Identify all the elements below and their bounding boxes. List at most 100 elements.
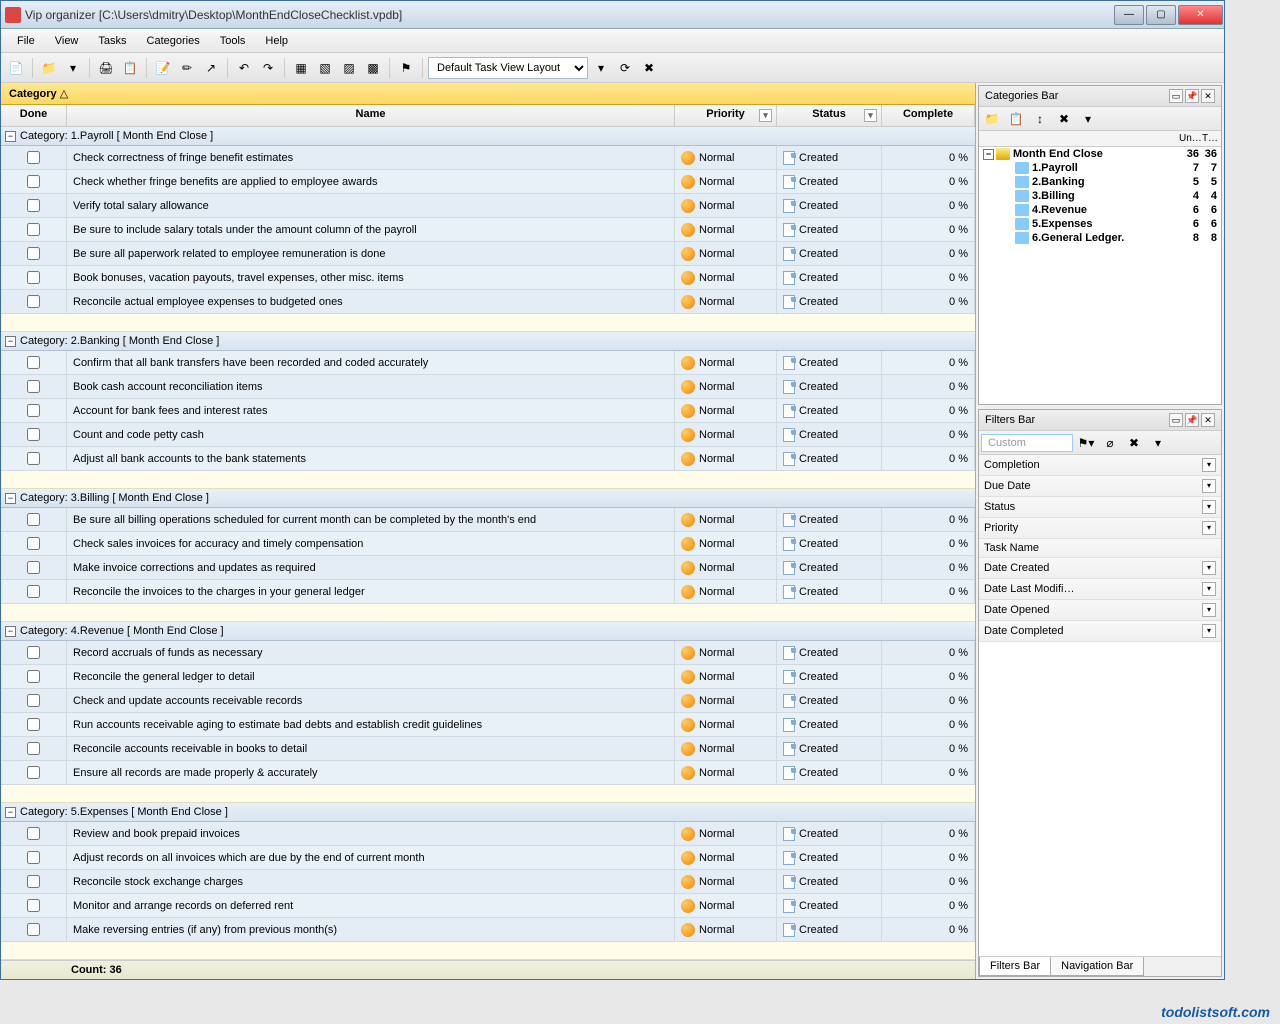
close-button[interactable]: ✕: [1178, 5, 1223, 25]
done-checkbox[interactable]: [27, 151, 40, 164]
pin-icon[interactable]: 📌: [1185, 413, 1199, 427]
task-row[interactable]: Record accruals of funds as necessary No…: [1, 641, 975, 665]
tree-item[interactable]: 5.Expenses66: [979, 217, 1221, 231]
done-checkbox[interactable]: [27, 247, 40, 260]
cat2-icon[interactable]: ▧: [314, 57, 336, 79]
col-done[interactable]: Done: [1, 105, 67, 126]
task-row[interactable]: Make reversing entries (if any) from pre…: [1, 918, 975, 942]
done-checkbox[interactable]: [27, 513, 40, 526]
edit-icon[interactable]: ✏: [176, 57, 198, 79]
task-row[interactable]: Be sure all paperwork related to employe…: [1, 242, 975, 266]
arrow-icon[interactable]: ↗: [200, 57, 222, 79]
category-row[interactable]: −Category: 4.Revenue [ Month End Close ]: [1, 622, 975, 641]
menu-help[interactable]: Help: [255, 32, 298, 50]
done-checkbox[interactable]: [27, 404, 40, 417]
task-row[interactable]: Adjust all bank accounts to the bank sta…: [1, 447, 975, 471]
chevron-down-icon[interactable]: ▾: [1202, 521, 1216, 535]
filter-row[interactable]: Date Opened▾: [979, 600, 1221, 621]
menu-tools[interactable]: Tools: [210, 32, 256, 50]
done-checkbox[interactable]: [27, 175, 40, 188]
minimize-button[interactable]: —: [1114, 5, 1144, 25]
task-row[interactable]: Check sales invoices for accuracy and ti…: [1, 532, 975, 556]
filter-delete-icon[interactable]: ✖: [1123, 432, 1145, 454]
cat3-icon[interactable]: ▨: [338, 57, 360, 79]
collapse-icon[interactable]: −: [5, 336, 16, 347]
filter-more-icon[interactable]: ▾: [1147, 432, 1169, 454]
done-checkbox[interactable]: [27, 851, 40, 864]
done-checkbox[interactable]: [27, 670, 40, 683]
task-row[interactable]: Be sure all billing operations scheduled…: [1, 508, 975, 532]
chevron-down-icon[interactable]: ▾: [1202, 479, 1216, 493]
tab-navigation[interactable]: Navigation Bar: [1050, 957, 1144, 976]
task-row[interactable]: Book bonuses, vacation payouts, travel e…: [1, 266, 975, 290]
collapse-icon[interactable]: −: [5, 807, 16, 818]
cat-more-icon[interactable]: ▾: [1077, 108, 1099, 130]
filter-apply-icon[interactable]: ⚑▾: [1075, 432, 1097, 454]
task-row[interactable]: Reconcile accounts receivable in books t…: [1, 737, 975, 761]
category-row[interactable]: −Category: 2.Banking [ Month End Close ]: [1, 332, 975, 351]
done-checkbox[interactable]: [27, 295, 40, 308]
cat-edit-icon[interactable]: 📋: [1005, 108, 1027, 130]
menu-categories[interactable]: Categories: [137, 32, 210, 50]
filter-row[interactable]: Due Date▾: [979, 476, 1221, 497]
tab-filters[interactable]: Filters Bar: [979, 957, 1051, 976]
col-priority[interactable]: Priority▾: [675, 105, 777, 126]
task-row[interactable]: Ensure all records are made properly & a…: [1, 761, 975, 785]
task-icon[interactable]: 📝: [152, 57, 174, 79]
task-row[interactable]: Reconcile stock exchange charges Normal …: [1, 870, 975, 894]
task-row[interactable]: Check correctness of fringe benefit esti…: [1, 146, 975, 170]
cat-delete-icon[interactable]: ✖: [1053, 108, 1075, 130]
done-checkbox[interactable]: [27, 271, 40, 284]
filter-clear-icon[interactable]: ⌀: [1099, 432, 1121, 454]
filter-row[interactable]: Completion▾: [979, 455, 1221, 476]
restore-icon[interactable]: ▭: [1169, 89, 1183, 103]
close-icon[interactable]: ✕: [1201, 413, 1215, 427]
collapse-icon[interactable]: −: [5, 131, 16, 142]
filter-row[interactable]: Priority▾: [979, 518, 1221, 539]
done-checkbox[interactable]: [27, 827, 40, 840]
done-checkbox[interactable]: [27, 742, 40, 755]
menu-view[interactable]: View: [45, 32, 89, 50]
task-row[interactable]: Be sure to include salary totals under t…: [1, 218, 975, 242]
chevron-down-icon[interactable]: ▾: [1202, 458, 1216, 472]
category-row[interactable]: −Category: 1.Payroll [ Month End Close ]: [1, 127, 975, 146]
custom-filter-input[interactable]: Custom: [981, 434, 1073, 452]
done-checkbox[interactable]: [27, 923, 40, 936]
task-row[interactable]: Check and update accounts receivable rec…: [1, 689, 975, 713]
new-icon[interactable]: 📄: [5, 57, 27, 79]
done-checkbox[interactable]: [27, 356, 40, 369]
collapse-icon[interactable]: −: [983, 149, 994, 160]
filter-row[interactable]: Date Last Modifi…▾: [979, 579, 1221, 600]
task-row[interactable]: Run accounts receivable aging to estimat…: [1, 713, 975, 737]
print-icon[interactable]: 🖨: [95, 57, 117, 79]
task-row[interactable]: Reconcile the general ledger to detail N…: [1, 665, 975, 689]
filter-row[interactable]: Date Completed▾: [979, 621, 1221, 642]
category-row[interactable]: −Category: 5.Expenses [ Month End Close …: [1, 803, 975, 822]
refresh-icon[interactable]: ⟳: [614, 57, 636, 79]
collapse-icon[interactable]: −: [5, 493, 16, 504]
done-checkbox[interactable]: [27, 718, 40, 731]
task-row[interactable]: Account for bank fees and interest rates…: [1, 399, 975, 423]
tree-item[interactable]: 3.Billing44: [979, 189, 1221, 203]
tree-item[interactable]: 6.General Ledger.88: [979, 231, 1221, 245]
filter-row[interactable]: Status▾: [979, 497, 1221, 518]
filter-row[interactable]: Task Name: [979, 539, 1221, 558]
done-checkbox[interactable]: [27, 766, 40, 779]
cat1-icon[interactable]: ▦: [290, 57, 312, 79]
task-row[interactable]: Verify total salary allowance Normal Cre…: [1, 194, 975, 218]
preview-icon[interactable]: 📋: [119, 57, 141, 79]
maximize-button[interactable]: ▢: [1146, 5, 1176, 25]
done-checkbox[interactable]: [27, 646, 40, 659]
menu-file[interactable]: File: [7, 32, 45, 50]
done-checkbox[interactable]: [27, 875, 40, 888]
dropdown-icon[interactable]: ▾: [62, 57, 84, 79]
col-complete[interactable]: Complete: [882, 105, 975, 126]
folder-icon[interactable]: 📁: [38, 57, 60, 79]
done-checkbox[interactable]: [27, 694, 40, 707]
task-row[interactable]: Adjust records on all invoices which are…: [1, 846, 975, 870]
task-row[interactable]: Reconcile the invoices to the charges in…: [1, 580, 975, 604]
task-row[interactable]: Monitor and arrange records on deferred …: [1, 894, 975, 918]
cat4-icon[interactable]: ▩: [362, 57, 384, 79]
chevron-down-icon[interactable]: ▾: [1202, 561, 1216, 575]
filter-row[interactable]: Date Created▾: [979, 558, 1221, 579]
